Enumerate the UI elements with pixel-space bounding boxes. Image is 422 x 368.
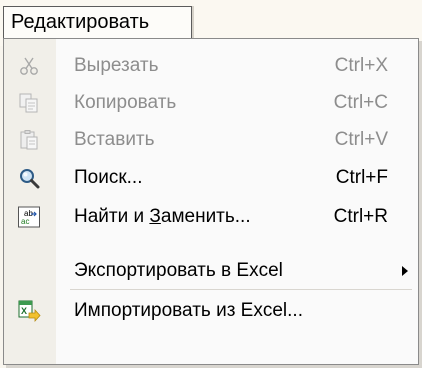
menu-item-import-excel[interactable]: X Импортировать из Excel... — [4, 292, 418, 330]
magnifier-icon — [17, 166, 41, 190]
menu-item-export-excel-label: Экспортировать в Excel — [74, 260, 283, 281]
menu-item-find-replace-shortcut: Ctrl+R — [333, 206, 388, 227]
menu-edit-label: Редактировать — [11, 11, 150, 33]
menu-item-copy-label: Копировать — [74, 92, 177, 113]
submenu-arrow-icon — [402, 266, 408, 276]
menu-item-search-shortcut: Ctrl+F — [335, 167, 388, 188]
menu-item-paste[interactable]: Вставить Ctrl+V — [4, 121, 418, 159]
menu-item-cut-shortcut: Ctrl+X — [334, 55, 388, 76]
menu-item-search-label: Поиск... — [74, 167, 143, 188]
menu-item-search[interactable]: Поиск... Ctrl+F — [4, 159, 418, 197]
find-replace-icon: ab ac — [17, 205, 41, 229]
menu-edit[interactable]: Редактировать — [3, 6, 192, 38]
scissors-icon — [17, 54, 41, 78]
edit-dropdown-menu: Вырезать Ctrl+X Копировать Ctrl+C Встави… — [3, 38, 419, 365]
svg-text:X: X — [21, 306, 27, 316]
menu-item-copy-shortcut: Ctrl+C — [333, 92, 388, 113]
menu-item-paste-label: Вставить — [74, 129, 155, 150]
copy-icon — [17, 91, 41, 115]
svg-text:ac: ac — [21, 217, 29, 226]
menu-item-cut[interactable]: Вырезать Ctrl+X — [4, 47, 418, 85]
menu-item-export-excel[interactable]: Экспортировать в Excel — [4, 252, 418, 290]
menu-item-paste-shortcut: Ctrl+V — [334, 129, 388, 150]
menu-item-cut-label: Вырезать — [74, 55, 159, 76]
excel-import-icon: X — [17, 299, 41, 323]
menu-item-copy[interactable]: Копировать Ctrl+C — [4, 84, 418, 122]
menu-item-find-replace-label: Найти и Заменить... — [74, 206, 251, 227]
menu-item-find-replace[interactable]: ab ac Найти и Заменить... Ctrl+R — [4, 198, 418, 236]
menu-item-import-excel-label: Импортировать из Excel... — [74, 300, 303, 321]
paste-icon — [17, 128, 41, 152]
